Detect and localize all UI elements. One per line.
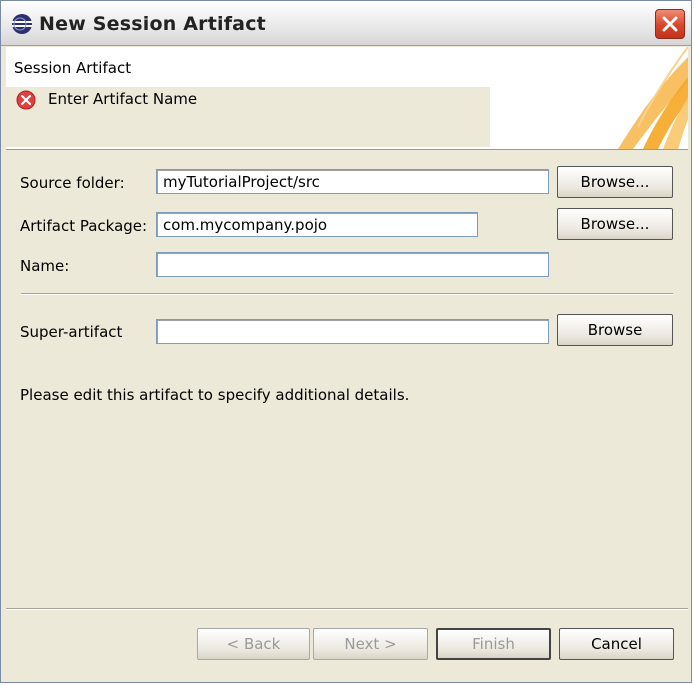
info-note: Please edit this artifact to specify add… xyxy=(20,386,410,404)
wizard-banner-graphic xyxy=(618,47,688,149)
artifact-package-input[interactable] xyxy=(156,212,478,237)
close-button[interactable] xyxy=(655,9,685,39)
close-icon xyxy=(662,16,678,32)
source-folder-input[interactable] xyxy=(156,169,549,194)
eclipse-app-icon xyxy=(12,14,32,34)
super-artifact-label: Super-artifact xyxy=(20,323,123,341)
title-bar[interactable]: New Session Artifact xyxy=(1,1,691,46)
super-artifact-input[interactable] xyxy=(156,319,549,344)
name-label: Name: xyxy=(20,257,70,275)
message-area: Enter Artifact Name xyxy=(6,87,490,147)
page-title: Session Artifact xyxy=(14,59,132,77)
wizard-header: Session Artifact Enter Artifact Name xyxy=(6,47,688,150)
finish-button[interactable]: Finish xyxy=(436,628,551,660)
back-button[interactable]: < Back xyxy=(197,628,310,660)
cancel-button[interactable]: Cancel xyxy=(559,628,674,660)
next-button[interactable]: Next > xyxy=(313,628,428,660)
error-message: Enter Artifact Name xyxy=(48,90,198,108)
name-input[interactable] xyxy=(156,252,549,277)
source-folder-browse-button[interactable]: Browse... xyxy=(557,166,673,198)
artifact-package-label: Artifact Package: xyxy=(20,217,148,235)
window-title: New Session Artifact xyxy=(39,13,266,35)
source-folder-label: Source folder: xyxy=(20,174,125,192)
form-separator xyxy=(21,293,673,295)
dialog-window: New Session Artifact Session Artifact En… xyxy=(0,0,692,683)
artifact-package-browse-button[interactable]: Browse... xyxy=(557,208,673,240)
footer-separator xyxy=(6,608,688,610)
super-artifact-browse-button[interactable]: Browse xyxy=(557,314,673,346)
error-icon xyxy=(16,90,36,110)
